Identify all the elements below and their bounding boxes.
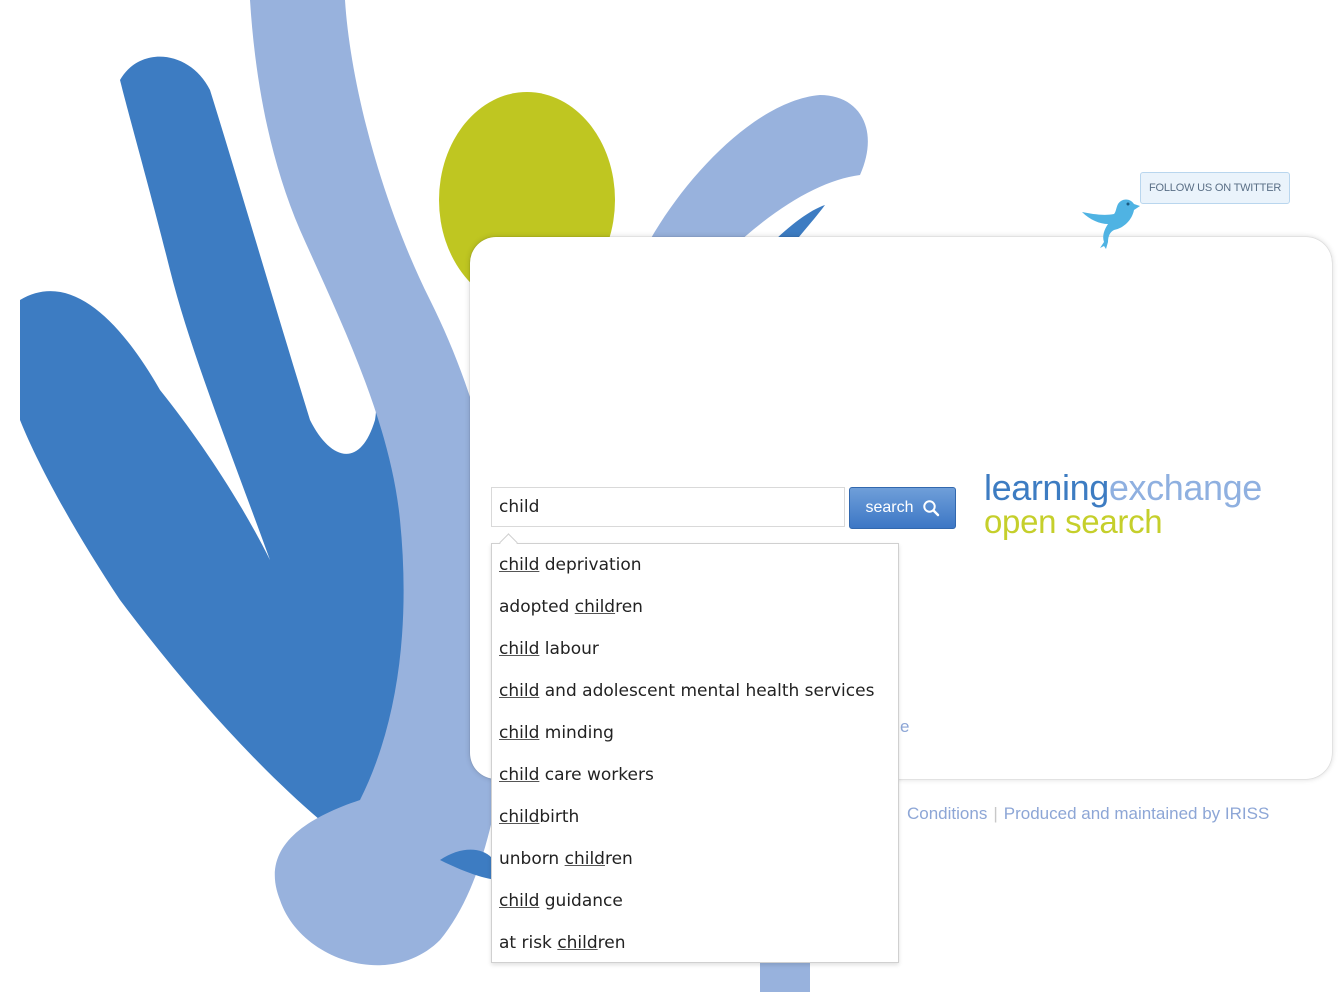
iriss-link[interactable]: Produced and maintained by IRISS [1004,804,1270,823]
search-button[interactable]: search [849,487,956,529]
suggestion-item[interactable]: childbirth [492,796,898,838]
suggestion-match: child [499,723,540,743]
search-button-label: search [865,499,914,516]
suggestion-item[interactable]: unborn children [492,838,898,880]
follow-twitter-button[interactable]: FOLLOW US ON TWITTER [1140,172,1291,204]
suggestion-item[interactable]: at risk children [492,922,898,964]
suggestion-match: child [499,555,540,575]
footer-separator: | [993,804,998,823]
light-blue-arc [650,95,868,260]
suggestion-text-after: guidance [539,891,623,911]
suggestion-text-after: and adolescent mental health services [539,681,875,701]
suggestion-text-after: ren [597,933,626,953]
suggestion-text-after: labour [539,639,599,659]
brand-name: learningexchange [984,467,1262,508]
suggestion-item[interactable]: child and adolescent mental health servi… [492,670,898,712]
suggestion-text-after: ren [615,597,643,617]
suggestion-text-after: birth [539,807,580,827]
suggestion-text-before: at risk [499,933,558,953]
suggestion-match: child [499,765,540,785]
suggestion-match: child [499,639,540,659]
suggestion-item[interactable]: child care workers [492,754,898,796]
suggestion-text-after: deprivation [539,555,642,575]
suggestion-list: child deprivation adopted children child l… [492,544,898,964]
twitter-follow: FOLLOW US ON TWITTER [1080,172,1310,252]
suggestion-match: child [499,681,540,701]
suggestion-item[interactable]: child deprivation [492,544,898,586]
suggestion-item[interactable]: adopted children [492,586,898,628]
partial-link[interactable]: e [900,717,909,737]
suggestion-match: child [499,807,540,827]
suggestion-match: child [564,849,605,869]
footer: Conditions | Produced and maintained by IR… [907,804,1269,824]
search-icon [922,500,939,517]
search-input[interactable] [491,487,845,527]
brand-tagline: open search [984,503,1163,540]
suggestion-text-before: unborn [499,849,565,869]
suggestion-text-before: adopted [499,597,575,617]
autocomplete-dropdown: child deprivation adopted children child l… [491,533,899,964]
suggestion-item[interactable]: child labour [492,628,898,670]
twitter-bird-icon[interactable] [1080,190,1142,250]
suggestion-match: child [499,891,540,911]
suggestion-text-after: care workers [539,765,654,785]
suggestion-item[interactable]: child minding [492,712,898,754]
suggestion-match: child [557,933,598,953]
suggestion-item[interactable]: child guidance [492,880,898,922]
suggestion-text-after: minding [539,723,614,743]
suggestion-match: child [574,597,616,617]
suggestion-text-after: ren [604,849,633,869]
conditions-link[interactable]: Conditions [907,804,987,823]
brand-logo: learningexchange open search [984,467,1262,540]
